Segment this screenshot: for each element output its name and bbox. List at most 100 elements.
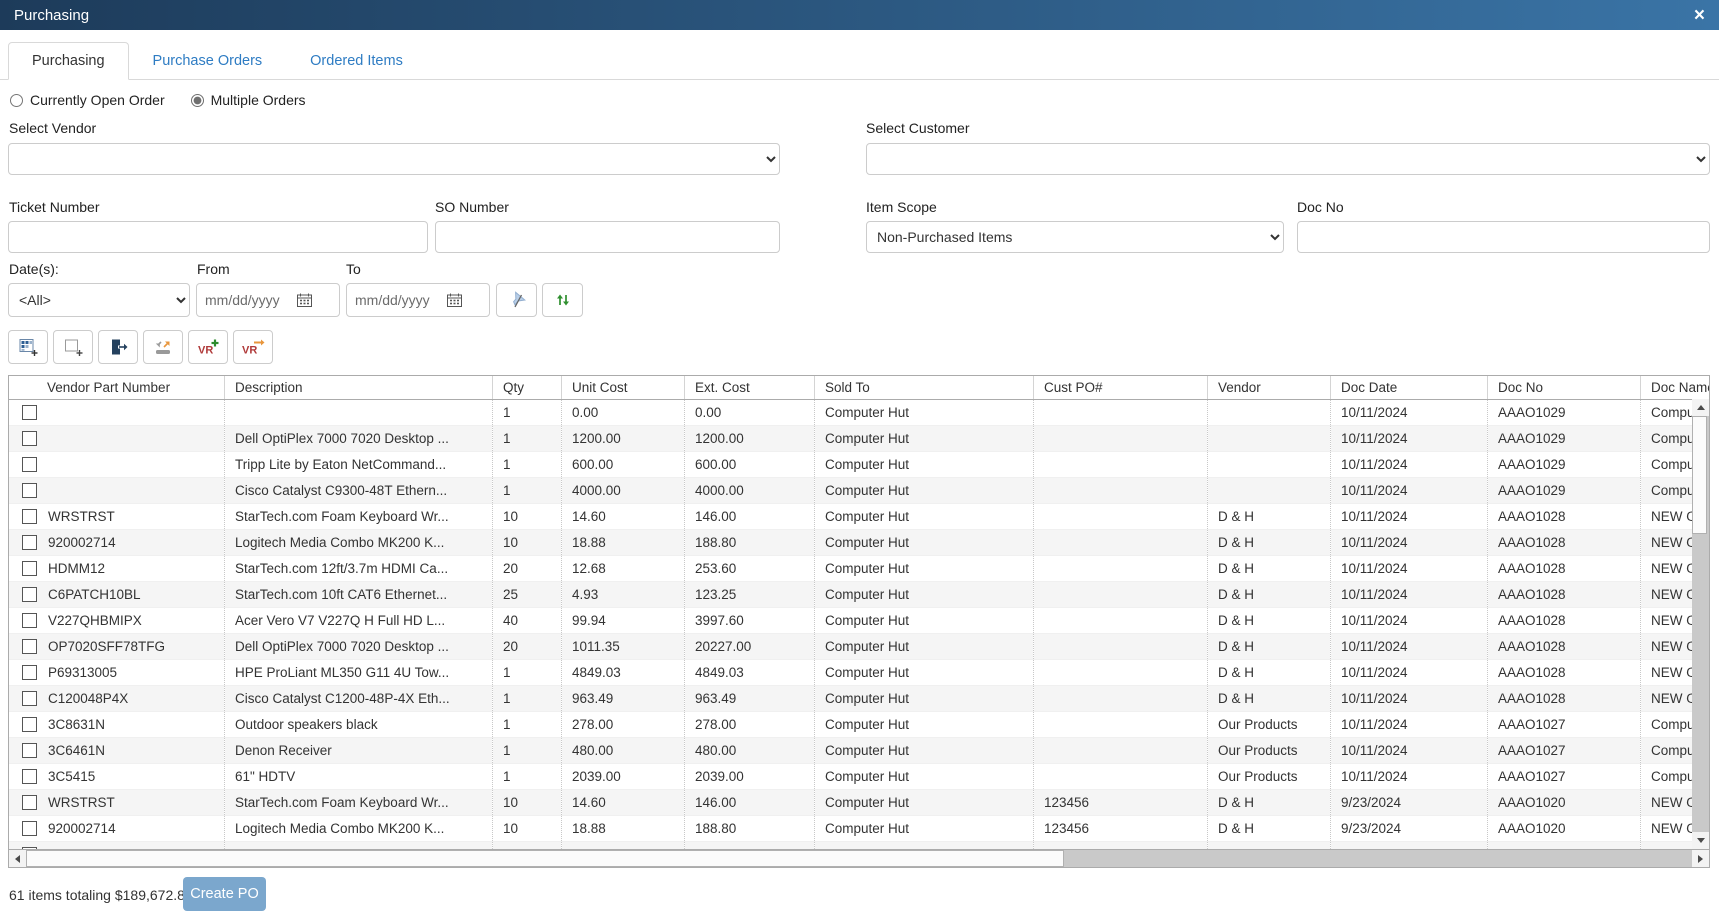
ticket-number-input[interactable] [8,221,428,253]
vendor-select[interactable] [8,143,780,175]
clear-filter-button[interactable] [496,283,537,317]
scroll-right-arrow-icon[interactable] [1692,850,1709,867]
order-mode-radio[interactable] [191,94,204,107]
calendar-icon[interactable] [297,293,312,307]
tab-purchase-orders[interactable]: Purchase Orders [129,42,287,80]
cell: 188.80 [685,816,815,842]
vertical-scroll-thumb[interactable] [1692,416,1707,534]
cell: 10 [493,530,562,556]
row-checkbox[interactable] [22,535,37,550]
scroll-up-arrow-icon[interactable] [1692,399,1709,416]
doc-no-input[interactable] [1297,221,1710,253]
create-po-button[interactable]: Create PO [183,877,266,911]
row-checkbox[interactable] [22,561,37,576]
grid-select-button[interactable] [8,330,48,364]
table-row[interactable]: 3C6461NDenon Receiver1480.00480.00Comput… [9,738,1710,764]
row-checkbox[interactable] [22,717,37,732]
dates-select[interactable]: <All> [8,283,190,317]
vr-send-button[interactable]: VR [233,330,273,364]
horizontal-scroll-thumb[interactable] [26,850,1064,867]
radio-multiple-orders[interactable]: Multiple Orders [191,92,306,108]
refresh-button[interactable] [542,283,583,317]
table-row[interactable]: WRSTRSTStarTech.com Foam Keyboard Wr...1… [9,504,1710,530]
cell: Computer Hut [815,426,1034,452]
column-header-qty[interactable]: Qty [493,376,562,400]
vr-add-button[interactable]: VR [188,330,228,364]
so-number-input[interactable] [435,221,780,253]
table-row[interactable]: 3C541561" HDTV12039.002039.00Computer Hu… [9,764,1710,790]
horizontal-scrollbar[interactable] [9,849,1709,867]
cell: 10/11/2024 [1331,608,1488,634]
row-checkbox[interactable] [22,457,37,472]
table-row[interactable]: Tripp Lite by Eaton NetCommand...1600.00… [9,452,1710,478]
table-row[interactable]: V227QHBMIPXAcer Vero V7 V227Q H Full HD … [9,608,1710,634]
collapse-button[interactable] [143,330,183,364]
vertical-scrollbar[interactable] [1692,399,1709,849]
close-icon[interactable]: × [1694,6,1705,25]
cell: 61" HDTV [225,764,493,790]
row-checkbox[interactable] [22,821,37,836]
window-titlebar: Purchasing × [0,0,1719,30]
customer-select[interactable] [866,143,1710,175]
cell: 480.00 [562,738,685,764]
column-header-vendor[interactable]: Vendor [1208,376,1331,400]
cell: AAAO1020 [1488,790,1641,816]
table-row[interactable]: 10.000.00Computer Hut10/11/2024AAAO1029C… [9,400,1710,426]
column-header-doc-date[interactable]: Doc Date [1331,376,1488,400]
table-row[interactable]: WRSTRSTStarTech.com Foam Keyboard Wr...1… [9,790,1710,816]
cell: 1 [493,738,562,764]
tab-purchasing[interactable]: Purchasing [8,42,129,80]
table-row[interactable]: C6PATCH10BLStarTech.com 10ft CAT6 Ethern… [9,582,1710,608]
table-row[interactable]: P69313005HPE ProLiant ML350 G11 4U Tow..… [9,660,1710,686]
table-row[interactable]: HDMM12StarTech.com 12ft/3.7m HDMI Ca...2… [9,556,1710,582]
item-scope-label: Item Scope [866,199,937,215]
row-checkbox[interactable] [22,405,37,420]
row-checkbox[interactable] [22,743,37,758]
column-header-unit-cost[interactable]: Unit Cost [562,376,685,400]
row-checkbox[interactable] [22,587,37,602]
export-button[interactable] [98,330,138,364]
column-header-ext-cost[interactable]: Ext. Cost [685,376,815,400]
row-checkbox[interactable] [22,509,37,524]
row-checkbox[interactable] [22,639,37,654]
table-row[interactable]: Cisco Catalyst C9300-48T Ethern...14000.… [9,478,1710,504]
to-date-input[interactable] [355,292,441,308]
column-header-sold-to[interactable]: Sold To [815,376,1034,400]
row-checkbox[interactable] [22,483,37,498]
box-select-button[interactable] [53,330,93,364]
row-checkbox[interactable] [22,665,37,680]
cell: 12.68 [562,556,685,582]
radio-currently-open-order[interactable]: Currently Open Order [10,92,165,108]
cell: OP7020SFF78TFG [9,634,225,660]
column-header-cust-po-[interactable]: Cust PO# [1034,376,1208,400]
row-checkbox[interactable] [22,769,37,784]
ticket-number-label: Ticket Number [9,199,100,215]
table-row[interactable]: 3C8631NOutdoor speakers black1278.00278.… [9,712,1710,738]
scroll-down-arrow-icon[interactable] [1692,832,1709,849]
to-label: To [346,261,361,277]
order-mode-radio[interactable] [10,94,23,107]
collapse-icon [153,339,173,356]
select-vendor-label: Select Vendor [9,120,96,136]
vendor-part-number: 3C8631N [48,717,105,732]
row-checkbox[interactable] [22,795,37,810]
scroll-left-arrow-icon[interactable] [9,850,26,867]
from-date-input[interactable] [205,292,291,308]
calendar-icon[interactable] [447,293,462,307]
header-row: Vendor Part NumberDescriptionQtyUnit Cos… [9,376,1710,400]
table-row[interactable]: 920002714Logitech Media Combo MK200 K...… [9,816,1710,842]
cell: 146.00 [685,790,815,816]
table-row[interactable]: C120048P4XCisco Catalyst C1200-48P-4X Et… [9,686,1710,712]
row-checkbox[interactable] [22,691,37,706]
row-checkbox[interactable] [22,431,37,446]
table-row[interactable]: 920002714Logitech Media Combo MK200 K...… [9,530,1710,556]
column-header-description[interactable]: Description [225,376,493,400]
row-checkbox[interactable] [22,613,37,628]
tab-ordered-items[interactable]: Ordered Items [286,42,427,80]
table-row[interactable]: Dell OptiPlex 7000 7020 Desktop ...11200… [9,426,1710,452]
table-row[interactable]: OP7020SFF78TFGDell OptiPlex 7000 7020 De… [9,634,1710,660]
column-header-vendor-part-number[interactable]: Vendor Part Number [9,376,225,400]
item-scope-select[interactable]: Non-Purchased Items [866,221,1284,253]
column-header-doc-no[interactable]: Doc No [1488,376,1641,400]
column-header-doc-name[interactable]: Doc Name [1641,376,1711,400]
